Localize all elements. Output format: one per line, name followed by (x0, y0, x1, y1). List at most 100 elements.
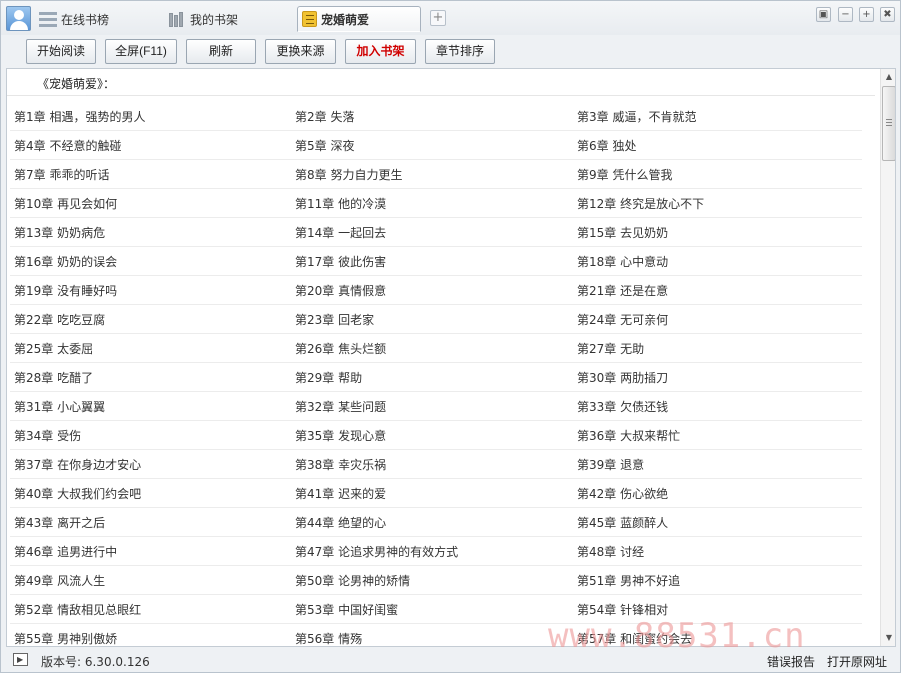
chapter-link[interactable]: 第25章 太委屈 (14, 340, 93, 357)
status-bar: ▶ 版本号: 6.30.0.126 错误报告 打开原网址 (1, 648, 900, 672)
chapter-row: 第4章 不经意的触碰 第5章 深夜 第6章 独处 (10, 131, 862, 160)
chapter-link[interactable]: 第24章 无可亲何 (577, 311, 668, 328)
chapter-link[interactable]: 第22章 吃吃豆腐 (14, 311, 105, 328)
chapter-row: 第28章 吃醋了 第29章 帮助 第30章 两肋插刀 (10, 363, 862, 392)
app-window: 在线书榜 我的书架 宠婚萌爱 + ▣ − + ✖ 开始阅读 全屏(F11) 刷新… (0, 0, 901, 673)
chapter-link[interactable]: 第11章 他的冷漠 (295, 195, 386, 212)
chapter-link[interactable]: 第7章 乖乖的听话 (14, 166, 109, 183)
chapter-link[interactable]: 第8章 努力自力更生 (295, 166, 402, 183)
chapter-link[interactable]: 第15章 去见奶奶 (577, 224, 668, 241)
chapter-link[interactable]: 第18章 心中意动 (577, 253, 668, 270)
restore-window-icon[interactable]: ▣ (816, 7, 831, 22)
chapter-link[interactable]: 第35章 发现心意 (295, 427, 386, 444)
chapter-row: 第7章 乖乖的听话 第8章 努力自力更生 第9章 凭什么管我 (10, 160, 862, 189)
chapter-row: 第16章 奶奶的误会 第17章 彼此伤害 第18章 心中意动 (10, 247, 862, 276)
chapter-row: 第19章 没有睡好吗 第20章 真情假意 第21章 还是在意 (10, 276, 862, 305)
tab-my-bookshelf[interactable]: 我的书架 (168, 7, 238, 31)
chapter-link[interactable]: 第4章 不经意的触碰 (14, 137, 121, 154)
chapter-link[interactable]: 第45章 蓝颜醉人 (577, 514, 668, 531)
chapter-link[interactable]: 第52章 情敌相见总眼红 (14, 601, 141, 618)
chapter-link[interactable]: 第43章 离开之后 (14, 514, 105, 531)
tab-label: 我的书架 (190, 12, 239, 27)
chapter-link[interactable]: 第46章 追男进行中 (14, 543, 117, 560)
chapter-link[interactable]: 第29章 帮助 (295, 369, 362, 386)
tab-online-rankings[interactable]: 在线书榜 (39, 7, 109, 31)
chapter-row: 第10章 再见会如何 第11章 他的冷漠 第12章 终究是放心不下 (10, 189, 862, 218)
chapter-link[interactable]: 第10章 再见会如何 (14, 195, 117, 212)
chapter-link[interactable]: 第3章 威逼，不肯就范 (577, 108, 696, 125)
chapter-link[interactable]: 第9章 凭什么管我 (577, 166, 672, 183)
tab-current-book[interactable]: 宠婚萌爱 (297, 6, 421, 32)
scroll-up-arrow-icon[interactable]: ▲ (881, 69, 895, 85)
chapter-link[interactable]: 第31章 小心翼翼 (14, 398, 105, 415)
chapter-link[interactable]: 第37章 在你身边才安心 (14, 456, 141, 473)
chapter-row: 第34章 受伤 第35章 发现心意 第36章 大叔来帮忙 (10, 421, 862, 450)
chapter-link[interactable]: 第34章 受伤 (14, 427, 81, 444)
chapter-row: 第31章 小心翼翼 第32章 某些问题 第33章 欠债还钱 (10, 392, 862, 421)
scroll-thumb[interactable] (882, 86, 895, 161)
error-report-link[interactable]: 错误报告 (767, 653, 815, 670)
chapter-link[interactable]: 第27章 无助 (577, 340, 644, 357)
sort-chapters-button[interactable]: 章节排序 (425, 39, 495, 64)
chapter-row: 第43章 离开之后 第44章 绝望的心 第45章 蓝颜醉人 (10, 508, 862, 537)
chapter-list-panel: 《宠婚萌爱》： 第1章 相遇，强势的男人 第2章 失落 第3章 威逼，不肯就范 第4章… (6, 68, 896, 647)
scroll-down-arrow-icon[interactable]: ▼ (881, 630, 895, 646)
start-reading-button[interactable]: 开始阅读 (26, 39, 96, 64)
maximize-icon[interactable]: + (859, 7, 874, 22)
user-avatar-icon[interactable] (6, 6, 31, 31)
chapter-link[interactable]: 第13章 奶奶病危 (14, 224, 105, 241)
chapter-link[interactable]: 第53章 中国好闺蜜 (295, 601, 398, 618)
close-icon[interactable]: ✖ (880, 7, 895, 22)
chapter-link[interactable]: 第49章 风流人生 (14, 572, 105, 589)
chapter-link[interactable]: 第5章 深夜 (295, 137, 354, 154)
exit-icon[interactable]: ▶ (13, 653, 28, 666)
chapter-link[interactable]: 第17章 彼此伤害 (295, 253, 386, 270)
chapter-link[interactable]: 第44章 绝望的心 (295, 514, 386, 531)
chapter-link[interactable]: 第47章 论追求男神的有效方式 (295, 543, 458, 560)
refresh-button[interactable]: 刷新 (186, 39, 256, 64)
chapter-link[interactable]: 第40章 大叔我们约会吧 (14, 485, 141, 502)
chapter-link[interactable]: 第30章 两肋插刀 (577, 369, 668, 386)
chapter-row: 第40章 大叔我们约会吧 第41章 迟来的爱 第42章 伤心欲绝 (10, 479, 862, 508)
chapter-link[interactable]: 第38章 幸灾乐祸 (295, 456, 386, 473)
chapter-row: 第37章 在你身边才安心 第38章 幸灾乐祸 第39章 退意 (10, 450, 862, 479)
chapter-link[interactable]: 第36章 大叔来帮忙 (577, 427, 680, 444)
chapter-row: 第46章 追男进行中 第47章 论追求男神的有效方式 第48章 讨经 (10, 537, 862, 566)
chapter-link[interactable]: 第21章 还是在意 (577, 282, 668, 299)
chapter-link[interactable]: 第50章 论男神的矫情 (295, 572, 410, 589)
chapter-link[interactable]: 第26章 焦头烂额 (295, 340, 386, 357)
chapter-row: 第1章 相遇，强势的男人 第2章 失落 第3章 威逼，不肯就范 (10, 102, 862, 131)
add-tab-button[interactable]: + (430, 10, 446, 26)
chapter-link[interactable]: 第42章 伤心欲绝 (577, 485, 668, 502)
chapter-row: 第25章 太委屈 第26章 焦头烂额 第27章 无助 (10, 334, 862, 363)
add-to-shelf-button[interactable]: 加入书架 (345, 39, 416, 64)
vertical-scrollbar[interactable]: ▲ ▼ (880, 69, 895, 646)
chapter-row: 第22章 吃吃豆腐 第23章 回老家 第24章 无可亲何 (10, 305, 862, 334)
chapter-link[interactable]: 第33章 欠债还钱 (577, 398, 668, 415)
change-source-button[interactable]: 更换来源 (265, 39, 336, 64)
chapter-link[interactable]: 第2章 失落 (295, 108, 354, 125)
version-label: 版本号: 6.30.0.126 (41, 655, 150, 669)
chapter-link[interactable]: 第41章 迟来的爱 (295, 485, 386, 502)
chapter-link[interactable]: 第1章 相遇，强势的男人 (14, 108, 145, 125)
chapter-link[interactable]: 第14章 一起回去 (295, 224, 386, 241)
chapter-link[interactable]: 第19章 没有睡好吗 (14, 282, 117, 299)
chapter-link[interactable]: 第20章 真情假意 (295, 282, 386, 299)
chapter-link[interactable]: 第39章 退意 (577, 456, 644, 473)
chapter-link[interactable]: 第51章 男神不好追 (577, 572, 680, 589)
minimize-icon[interactable]: − (838, 7, 853, 22)
chapter-link[interactable]: 第23章 回老家 (295, 311, 374, 328)
chapter-link[interactable]: 第12章 终究是放心不下 (577, 195, 704, 212)
chapter-row: 第13章 奶奶病危 第14章 一起回去 第15章 去见奶奶 (10, 218, 862, 247)
chapter-link[interactable]: 第28章 吃醋了 (14, 369, 93, 386)
chapter-link[interactable]: 第48章 讨经 (577, 543, 644, 560)
chapter-link[interactable]: 第16章 奶奶的误会 (14, 253, 117, 270)
fullscreen-button[interactable]: 全屏(F11) (105, 39, 177, 64)
tab-label: 在线书榜 (61, 12, 110, 27)
chapter-link[interactable]: 第6章 独处 (577, 137, 636, 154)
chapter-link[interactable]: 第32章 某些问题 (295, 398, 386, 415)
chapter-link[interactable]: 第55章 男神别傲娇 (14, 630, 117, 646)
bookshelf-icon (168, 11, 186, 27)
chapter-link[interactable]: 第56章 情殇 (295, 630, 362, 646)
open-source-url-link[interactable]: 打开原网址 (827, 653, 887, 670)
